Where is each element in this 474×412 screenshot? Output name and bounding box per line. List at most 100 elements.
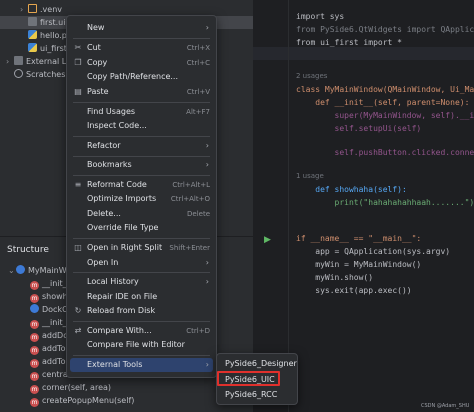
submenu-item-pyside6-rcc[interactable]: PySide6_RCC: [220, 388, 294, 402]
menu-item-external-tools[interactable]: External Tools ›: [70, 358, 213, 372]
menu-item-label: Refactor: [87, 141, 121, 150]
code-line[interactable]: myWin.show(): [296, 271, 373, 284]
method-icon: m: [30, 385, 39, 394]
usages-hint[interactable]: 1 usage: [296, 172, 324, 180]
menu-shortcut: Ctrl+Alt+L: [172, 181, 210, 189]
folder-icon: [28, 4, 37, 13]
menu-separator: [73, 175, 210, 176]
editor-gutter[interactable]: [253, 0, 289, 412]
run-icon[interactable]: ▶: [264, 235, 271, 245]
code-line[interactable]: app = QApplication(sys.argv): [296, 245, 450, 258]
reload-icon: ↻: [74, 306, 82, 315]
menu-item-compare-file-editor[interactable]: Compare File with Editor: [70, 338, 213, 352]
menu-item-local-history[interactable]: Local History ›: [70, 275, 213, 289]
menu-shortcut: Ctrl+X: [186, 44, 210, 52]
code-line[interactable]: sys.exit(app.exec()): [296, 284, 411, 297]
chevron-down-icon[interactable]: ⌄: [8, 264, 16, 277]
menu-item-label: Override File Type: [87, 223, 159, 232]
menu-item-copy-path[interactable]: Copy Path/Reference...: [70, 70, 213, 84]
menu-item-new[interactable]: New ›: [70, 21, 213, 35]
method-icon: m: [30, 346, 39, 355]
menu-item-override-file-type[interactable]: Override File Type: [70, 221, 213, 235]
tree-item-external-libraries[interactable]: › External Li: [6, 55, 68, 68]
menu-shortcut: Shift+Enter: [169, 244, 210, 252]
code-line[interactable]: import sys: [296, 10, 344, 23]
method-icon: m: [30, 333, 39, 342]
menu-item-compare-with[interactable]: ⇄ Compare With... Ctrl+D: [70, 324, 213, 338]
method-icon: m: [30, 281, 39, 290]
menu-item-reload-from-disk[interactable]: ↻ Reload from Disk: [70, 304, 213, 318]
code-line[interactable]: if __name__ == "__main__":: [296, 232, 421, 245]
menu-item-label: Open In: [87, 258, 119, 267]
menu-item-label: Reformat Code: [87, 180, 147, 189]
structure-item-method[interactable]: m createPopupMenu(self): [30, 394, 134, 407]
code-text: def showhaha(self):: [296, 185, 407, 194]
method-icon: m: [30, 372, 39, 381]
class-icon: [30, 304, 39, 313]
menu-item-open-in[interactable]: Open In ›: [70, 256, 213, 270]
external-tools-submenu: PySide6_Designer PySide6_UIC PySide6_RCC: [216, 353, 298, 405]
submenu-item-pyside6-designer[interactable]: PySide6_Designer: [220, 357, 297, 371]
structure-item-class[interactable]: ⌄ MyMainWi: [8, 264, 69, 277]
menu-item-label: Find Usages: [87, 107, 136, 116]
tree-item-hello-py[interactable]: hello.py: [28, 29, 72, 42]
structure-item-label: MyMainWi: [28, 266, 69, 275]
code-editor[interactable]: ▶ import sys from PySide6.QtWidgets impo…: [253, 0, 474, 412]
split-icon: ◫: [74, 243, 82, 252]
code-text: from PySide6.QtWidgets import QApplicati: [296, 25, 474, 34]
usages-hint[interactable]: 2 usages: [296, 72, 327, 80]
code-text: myWin = MyMainWindow(): [296, 260, 422, 269]
code-line[interactable]: self.setupUi(self): [296, 122, 422, 135]
menu-item-cut[interactable]: ✂ Cut Ctrl+X: [70, 41, 213, 55]
menu-item-optimize-imports[interactable]: Optimize Imports Ctrl+Alt+O: [70, 192, 213, 206]
code-line[interactable]: class MyMainWindow(QMainWindow, Ui_MainW: [296, 83, 474, 96]
menu-item-reformat-code[interactable]: ≡ Reformat Code Ctrl+Alt+L: [70, 178, 213, 192]
code-line[interactable]: def __init__(self, parent=None):: [296, 96, 469, 109]
menu-separator: [73, 355, 210, 356]
structure-item-method[interactable]: m addToo: [30, 342, 70, 355]
structure-title: Structure: [7, 245, 49, 255]
code-line[interactable]: self.pushButton.clicked.connect(: [296, 146, 474, 159]
structure-item-label: corner(self, area): [42, 383, 112, 392]
chevron-right-icon[interactable]: ›: [6, 55, 14, 68]
tree-item-venv[interactable]: › .venv: [20, 3, 62, 16]
code-line[interactable]: def showhaha(self):: [296, 183, 407, 196]
menu-shortcut: Alt+F7: [186, 108, 210, 116]
submenu-item-pyside6-uic[interactable]: PySide6_UIC: [220, 373, 294, 387]
chevron-right-icon[interactable]: ›: [20, 3, 28, 16]
structure-item-method[interactable]: m corner(self, area): [30, 381, 111, 394]
chevron-right-icon: ›: [205, 258, 209, 267]
structure-item-method[interactable]: m __init__: [30, 316, 71, 329]
code-line[interactable]: from PySide6.QtWidgets import QApplicati: [296, 23, 474, 36]
menu-item-repair-ide[interactable]: Repair IDE on File: [70, 290, 213, 304]
compare-icon: ⇄: [74, 326, 82, 335]
method-icon: m: [30, 294, 39, 303]
copy-icon: ❐: [74, 58, 82, 67]
menu-item-label: Open in Right Split: [87, 243, 163, 252]
menu-item-refactor[interactable]: Refactor ›: [70, 139, 213, 153]
structure-item-method[interactable]: m addToo: [30, 355, 70, 368]
code-text: super(MyMainWindow, self).__init: [296, 111, 474, 120]
menu-item-label: Compare With...: [87, 326, 152, 335]
code-line[interactable]: from ui_first import *: [296, 36, 402, 49]
menu-item-open-right-split[interactable]: ◫ Open in Right Split Shift+Enter: [70, 241, 213, 255]
menu-item-copy[interactable]: ❐ Copy Ctrl+C: [70, 56, 213, 70]
menu-item-delete[interactable]: Delete... Delete: [70, 207, 213, 221]
menu-shortcut: Ctrl+D: [186, 327, 210, 335]
code-line[interactable]: print("hahahahahhaah......."): [296, 196, 474, 209]
menu-item-find-usages[interactable]: Find Usages Alt+F7: [70, 105, 213, 119]
tree-item-scratches[interactable]: Scratches a: [14, 68, 73, 81]
code-text: def __init__(self, parent=None):: [296, 98, 470, 107]
menu-item-paste[interactable]: ▤ Paste Ctrl+V: [70, 85, 213, 99]
code-line[interactable]: myWin = MyMainWindow(): [296, 258, 421, 271]
menu-item-bookmarks[interactable]: Bookmarks ›: [70, 158, 213, 172]
menu-separator: [73, 156, 210, 157]
code-text: if __name__ == "__main__":: [296, 234, 422, 243]
code-line[interactable]: super(MyMainWindow, self).__init: [296, 109, 474, 122]
menu-item-inspect-code[interactable]: Inspect Code...: [70, 119, 213, 133]
code-text: app = QApplication(sys.argv): [296, 247, 451, 256]
chevron-right-icon: ›: [205, 141, 209, 150]
menu-item-label: Local History: [87, 277, 139, 286]
menu-item-label: New: [87, 23, 105, 32]
chevron-right-icon: ›: [205, 277, 209, 286]
